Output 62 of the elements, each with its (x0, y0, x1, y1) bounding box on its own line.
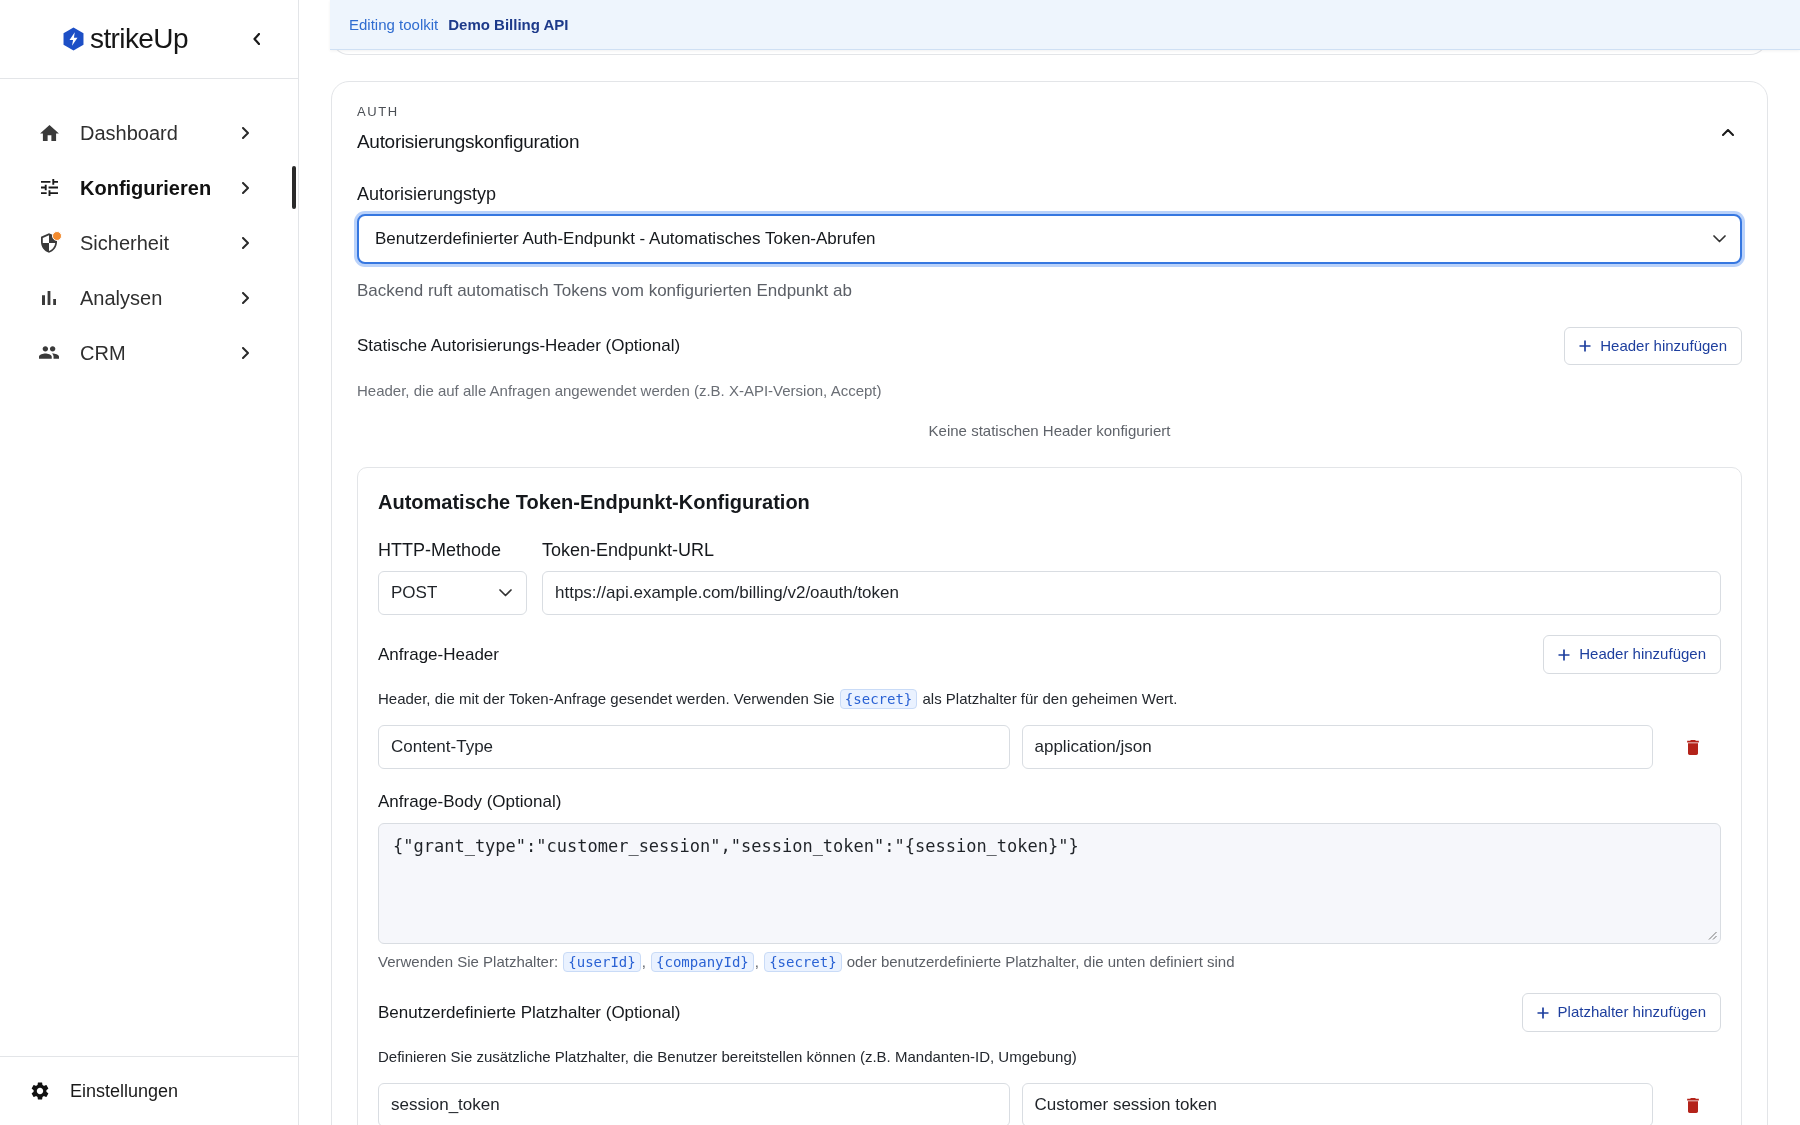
banner-label: Editing toolkit (349, 14, 439, 35)
field-label: Anfrage-Body (Optional) (378, 791, 563, 813)
chevron-left-icon (252, 33, 260, 45)
section-eyebrow: AUTH (357, 104, 400, 120)
help-text: Header, die auf alle Anfragen angewendet werden (z.B. X-API-Version, Accept) (357, 381, 883, 401)
trash-icon (1687, 1097, 1699, 1113)
inline-code: {userId} (563, 952, 641, 972)
inline-code: {companyId} (651, 952, 754, 972)
add-button[interactable]: Platzhalter hinzufügen (1521, 993, 1721, 1032)
url-field[interactable]: https://api.example.com/billing/v2/oauth/token (542, 571, 1721, 615)
sliders-icon (40, 179, 58, 196)
subsection-title: Anfrage-Header (378, 643, 499, 666)
plus-icon (1536, 1006, 1549, 1019)
add-button[interactable]: Header hinzufügen (1564, 327, 1742, 365)
inline-code: {secret} (839, 689, 918, 709)
header-name-field[interactable]: Content-Type (378, 725, 1010, 769)
subsection-title: Benutzerdefinierte Platzhalter (Optional) (378, 1001, 681, 1024)
plus-icon (1558, 648, 1571, 661)
empty-state-text: Keine statischen Header konfiguriert (927, 421, 1172, 441)
chevron-right-icon (242, 346, 249, 359)
nav-item[interactable]: Konfigurieren (0, 160, 298, 215)
field-label: Token-Endpunkt-URL (542, 539, 716, 561)
home-icon (39, 124, 59, 141)
nav-item[interactable]: Dashboard (0, 105, 298, 160)
inline-code: {secret} (764, 952, 842, 972)
header-value-field[interactable]: application/json (1021, 725, 1653, 769)
settings-link[interactable]: Einstellungen (31, 1071, 179, 1111)
nav-item[interactable]: CRM (0, 325, 298, 380)
chevron-down-icon (499, 589, 512, 597)
chevron-right-icon (242, 291, 249, 304)
plus-icon (1579, 340, 1592, 352)
nav-item[interactable]: Analysen (0, 270, 298, 325)
section-title: Autorisierungskonfiguration (357, 130, 580, 154)
brand-name: strikeUp (90, 23, 188, 55)
subsection-title: Statische Autorisierungs-Header (Optional) (357, 335, 681, 357)
resize-grip-icon (1708, 931, 1717, 940)
field-label: Autorisierungstyp (357, 183, 498, 206)
chevron-right-icon (242, 181, 249, 194)
people-icon (39, 346, 59, 359)
toolkit-name: Demo Billing API (448, 14, 569, 35)
settings-icon (31, 1082, 49, 1100)
request-body-textarea[interactable]: {"grant_type":"customer_session","session_token":"{session_token}"} (378, 823, 1721, 944)
help-text: Backend ruft automatisch Tokens vom konfigurierten Endpunkt ab (357, 280, 853, 302)
auth-type-select[interactable]: Benutzerdefinierter Auth-Endpunkt - Automatisches Token-Abrufen (357, 214, 1742, 264)
card-title: Automatische Token-Endpunkt-Konfiguration (378, 490, 811, 515)
field-label: HTTP-Methode (378, 539, 503, 561)
help-text: Definieren Sie zusätzliche Platzhalter, die Benutzer bereitstellen können (z.B. Mandanten-ID, Umgebung) (378, 1047, 1078, 1067)
active-indicator (292, 166, 296, 209)
nav-item[interactable]: Sicherheit (0, 215, 298, 270)
placeholder-name-field[interactable]: session_token (378, 1083, 1010, 1125)
chevron-right-icon (242, 126, 249, 139)
chevron-right-icon (242, 236, 249, 249)
bar-chart-icon (42, 290, 56, 305)
method-select[interactable]: POST (378, 571, 527, 615)
chevron-up-icon (1722, 128, 1734, 136)
logo-icon (63, 27, 84, 51)
trash-icon (1687, 739, 1699, 755)
placeholder-label-field[interactable]: Customer session token (1021, 1083, 1653, 1125)
help-text: Verwenden Sie Platzhalter: {userId} , {companyId} , {secret} oder benutzerdefinierte Platzhalter, die unten definiert sind (378, 952, 1236, 972)
help-text: Header, die mit der Token-Anfrage gesendet werden. Verwenden Sie {secret} als Platzhalter für den geheimen Wert. (378, 689, 1179, 709)
add-button[interactable]: Header hinzufügen (1543, 635, 1721, 674)
chevron-down-icon (1713, 235, 1726, 243)
